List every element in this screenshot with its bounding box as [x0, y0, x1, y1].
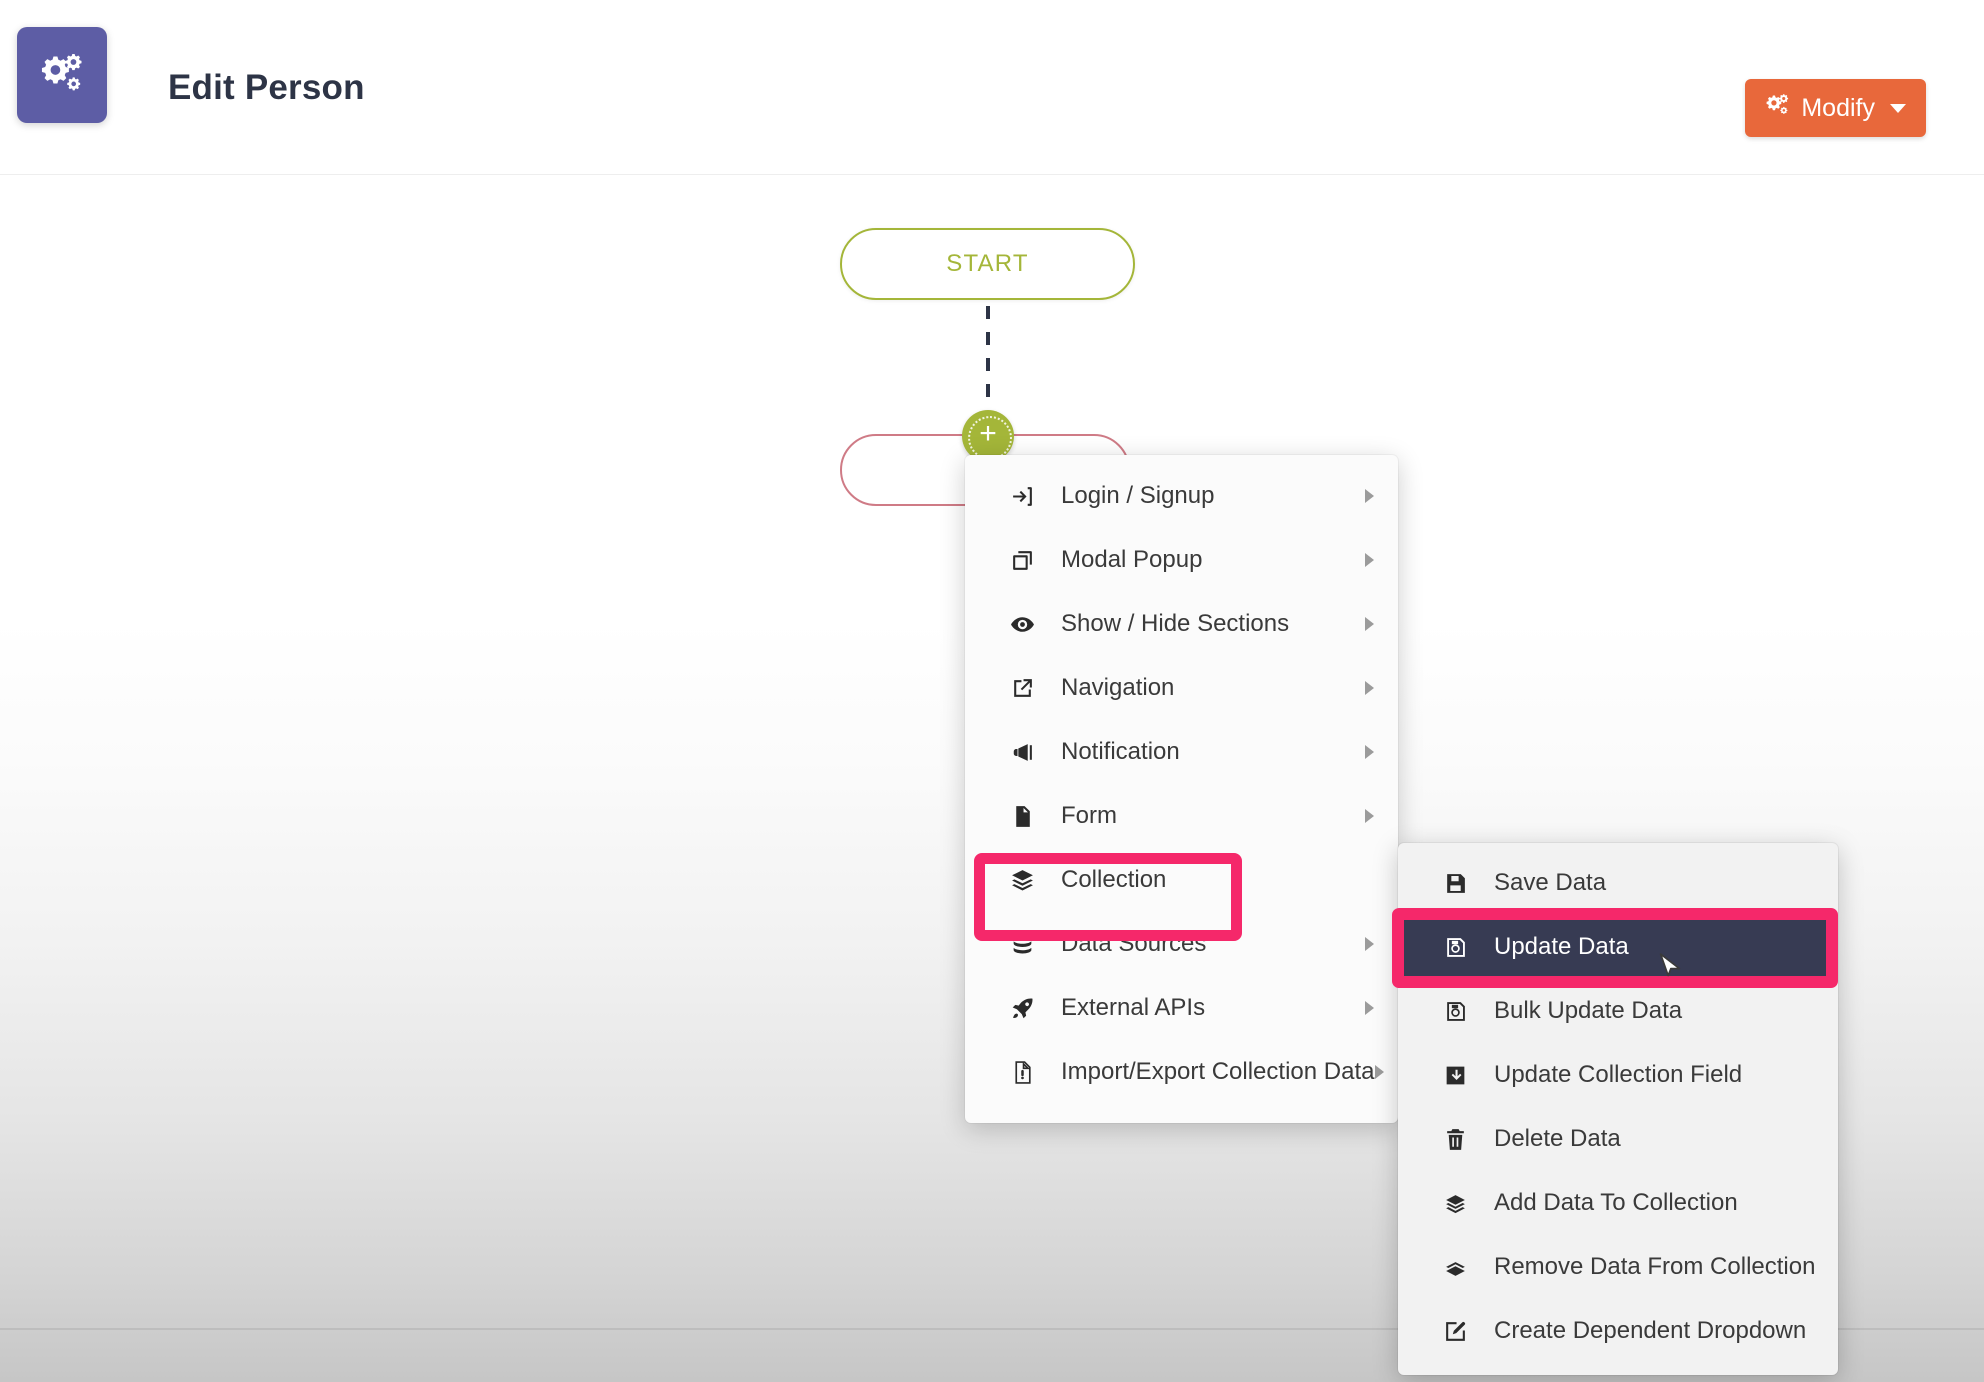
collection-submenu[interactable]: Save Data Update Data Bulk Update Data U…	[1398, 843, 1838, 1375]
menu-item-label: Login / Signup	[1061, 482, 1215, 509]
submenu-item-label: Bulk Update Data	[1494, 997, 1683, 1024]
submenu-item-update-collection-field[interactable]: Update Collection Field	[1398, 1043, 1838, 1107]
modify-button[interactable]: Modify	[1745, 79, 1926, 137]
menu-item-login-signup[interactable]: Login / Signup	[965, 464, 1398, 528]
submenu-item-label: Save Data	[1494, 869, 1607, 896]
modify-button-label: Modify	[1801, 93, 1875, 122]
chevron-right-icon	[1365, 809, 1374, 823]
app-root: Edit Person Modify START + Login / Signu…	[0, 0, 1984, 1382]
app-logo[interactable]	[17, 27, 107, 123]
submenu-item-label: Add Data To Collection	[1494, 1189, 1738, 1216]
submenu-item-label: Update Data	[1494, 933, 1629, 960]
menu-item-form[interactable]: Form	[965, 784, 1398, 848]
layers-icon	[1005, 865, 1039, 895]
menu-item-label: Data Sources	[1061, 930, 1207, 957]
submenu-item-bulk-update-data[interactable]: Bulk Update Data	[1398, 979, 1838, 1043]
gears-icon	[1765, 92, 1790, 124]
submenu-item-label: Remove Data From Collection	[1494, 1253, 1816, 1280]
chevron-right-icon	[1365, 553, 1374, 567]
chevron-right-icon	[1365, 1001, 1374, 1015]
chevron-right-icon	[1365, 745, 1374, 759]
menu-item-label: Show / Hide Sections	[1061, 610, 1290, 637]
trash-icon	[1438, 1124, 1472, 1154]
file-import-icon	[1005, 1057, 1039, 1087]
menu-item-modal-popup[interactable]: Modal Popup	[965, 528, 1398, 592]
submenu-item-label: Update Collection Field	[1494, 1061, 1743, 1088]
flow-node-start[interactable]: START	[840, 228, 1135, 300]
menu-item-navigation[interactable]: Navigation	[965, 656, 1398, 720]
submenu-item-delete-data[interactable]: Delete Data	[1398, 1107, 1838, 1171]
submenu-item-add-data-to-collection[interactable]: Add Data To Collection	[1398, 1171, 1838, 1235]
megaphone-icon	[1005, 737, 1039, 767]
action-context-menu[interactable]: Login / Signup Modal Popup Show / Hide S…	[965, 455, 1398, 1123]
menu-item-label: Collection	[1061, 866, 1167, 893]
download-box-icon	[1438, 1060, 1472, 1090]
menu-item-label: Import/Export Collection Data	[1061, 1058, 1375, 1085]
header-divider	[0, 174, 1984, 175]
flow-connector-dashed	[986, 306, 990, 410]
page-title: Edit Person	[168, 68, 365, 107]
chevron-right-icon	[1365, 489, 1374, 503]
copy-window-icon	[1005, 545, 1039, 575]
save-edit-icon	[1438, 932, 1472, 962]
menu-item-label: Notification	[1061, 738, 1180, 765]
menu-item-show-hide-sections[interactable]: Show / Hide Sections	[965, 592, 1398, 656]
submenu-item-remove-data-from-collection[interactable]: Remove Data From Collection	[1398, 1235, 1838, 1299]
submenu-item-update-data[interactable]: Update Data	[1398, 915, 1838, 979]
chevron-down-icon	[1890, 103, 1906, 113]
submenu-item-label: Delete Data	[1494, 1125, 1621, 1152]
menu-item-external-apis[interactable]: External APIs	[965, 976, 1398, 1040]
menu-item-label: Form	[1061, 802, 1117, 829]
external-link-icon	[1005, 673, 1039, 703]
gears-icon	[39, 50, 85, 101]
chevron-right-icon	[1365, 681, 1374, 695]
top-bar: Edit Person Modify	[0, 0, 1984, 175]
submenu-item-create-dependent-dropdown[interactable]: Create Dependent Dropdown	[1398, 1299, 1838, 1363]
flow-node-start-label: START	[946, 250, 1029, 277]
document-icon	[1005, 801, 1039, 831]
chevron-right-icon	[1365, 617, 1374, 631]
menu-item-label: External APIs	[1061, 994, 1206, 1021]
submenu-item-label: Create Dependent Dropdown	[1494, 1317, 1807, 1344]
menu-item-notification[interactable]: Notification	[965, 720, 1398, 784]
login-icon	[1005, 481, 1039, 511]
chevron-right-icon	[1375, 1065, 1384, 1079]
menu-item-label: Navigation	[1061, 674, 1175, 701]
database-icon	[1005, 929, 1039, 959]
menu-item-data-sources[interactable]: Data Sources	[965, 912, 1398, 976]
menu-item-label: Modal Popup	[1061, 546, 1203, 573]
plus-icon: +	[979, 417, 997, 450]
chevron-right-icon	[1365, 937, 1374, 951]
edit-square-icon	[1438, 1316, 1472, 1346]
rocket-icon	[1005, 993, 1039, 1023]
save-edit-icon	[1438, 996, 1472, 1026]
menu-item-import-export-collection-data[interactable]: Import/Export Collection Data	[965, 1040, 1398, 1104]
eye-icon	[1005, 609, 1039, 639]
layers-remove-icon	[1438, 1252, 1472, 1282]
menu-item-collection[interactable]: Collection	[965, 848, 1398, 912]
submenu-item-save-data[interactable]: Save Data	[1398, 851, 1838, 915]
save-icon	[1438, 868, 1472, 898]
layers-add-icon	[1438, 1188, 1472, 1218]
